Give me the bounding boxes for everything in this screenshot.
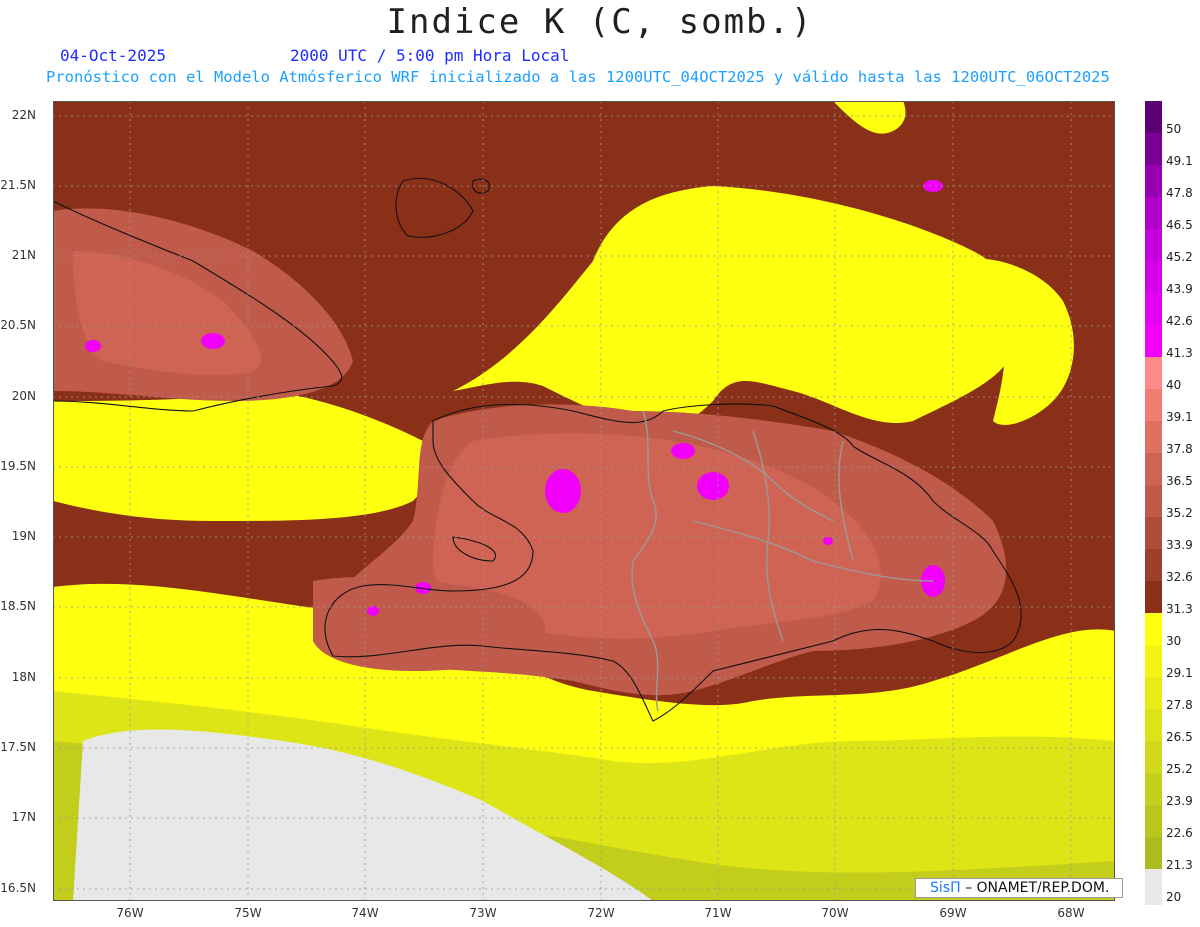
legend-label: 32.6 — [1166, 570, 1193, 584]
lon-label: 70W — [821, 906, 849, 920]
legend-label: 37.8 — [1166, 442, 1193, 456]
lat-label: 18.5N — [0, 599, 36, 613]
forecast-time: 2000 UTC / 5:00 pm Hora Local — [290, 46, 570, 65]
legend-swatch — [1145, 389, 1162, 421]
legend-label: 46.5 — [1166, 218, 1193, 232]
legend-swatch — [1145, 485, 1162, 517]
lon-label: 72W — [587, 906, 615, 920]
legend-swatch — [1145, 581, 1162, 613]
legend-swatch — [1145, 613, 1162, 645]
legend-label: 21.3 — [1166, 858, 1193, 872]
legend-label: 26.5 — [1166, 730, 1193, 744]
legend-label: 29.1 — [1166, 666, 1193, 680]
legend-swatch — [1145, 517, 1162, 549]
legend-label: 27.8 — [1166, 698, 1193, 712]
k-index-map — [53, 101, 1115, 901]
legend-label: 36.5 — [1166, 474, 1193, 488]
legend-label: 25.2 — [1166, 762, 1193, 776]
legend-swatch — [1145, 709, 1162, 741]
legend-label: 43.9 — [1166, 282, 1193, 296]
legend-swatch — [1145, 869, 1162, 905]
legend-swatch — [1145, 453, 1162, 485]
legend-label: 45.2 — [1166, 250, 1193, 264]
lat-label: 19.5N — [0, 459, 36, 473]
legend-label: 35.2 — [1166, 506, 1193, 520]
legend-swatch — [1145, 197, 1162, 229]
credit-agency: – ONAMET/REP.DOM. — [965, 880, 1110, 896]
legend-swatch — [1145, 293, 1162, 325]
legend-swatch — [1145, 549, 1162, 581]
legend-swatch — [1145, 357, 1162, 389]
lat-label: 16.5N — [0, 881, 36, 895]
legend-swatch — [1145, 677, 1162, 709]
legend-swatch — [1145, 101, 1162, 133]
legend-swatch — [1145, 805, 1162, 837]
lat-label: 21N — [11, 248, 36, 262]
lon-label: 73W — [469, 906, 497, 920]
legend-label: 22.6 — [1166, 826, 1193, 840]
forecast-date: 04-Oct-2025 — [60, 46, 166, 65]
chart-title: Indice K (C, somb.) — [386, 2, 814, 42]
lat-label: 20N — [11, 389, 36, 403]
legend-label: 39.1 — [1166, 410, 1193, 424]
lat-label: 22N — [11, 108, 36, 122]
legend-label: 50 — [1166, 122, 1182, 136]
lon-label: 71W — [704, 906, 732, 920]
legend-swatch — [1145, 165, 1162, 197]
lon-label: 68W — [1057, 906, 1085, 920]
legend-swatch — [1145, 421, 1162, 453]
legend-label: 40 — [1166, 378, 1182, 392]
lon-label: 75W — [234, 906, 262, 920]
legend-label: 31.3 — [1166, 602, 1193, 616]
credit-box: SisΠ – ONAMET/REP.DOM. — [915, 878, 1123, 898]
legend-label: 33.9 — [1166, 538, 1193, 552]
legend-swatch — [1145, 773, 1162, 805]
lon-label: 74W — [351, 906, 379, 920]
legend-swatch — [1145, 741, 1162, 773]
legend-label: 23.9 — [1166, 794, 1193, 808]
legend-swatch — [1145, 325, 1162, 357]
legend-swatch — [1145, 837, 1162, 869]
legend-label: 47.8 — [1166, 186, 1193, 200]
lat-label: 17.5N — [0, 740, 36, 754]
color-legend — [1145, 101, 1162, 905]
forecast-subtitle: Pronóstico con el Modelo Atmósferico WRF… — [46, 68, 1110, 86]
legend-label: 41.3 — [1166, 346, 1193, 360]
legend-label: 49.1 — [1166, 154, 1193, 168]
lon-label: 69W — [939, 906, 967, 920]
lon-label: 76W — [116, 906, 144, 920]
lat-label: 20.5N — [0, 318, 36, 332]
legend-swatch — [1145, 261, 1162, 293]
lat-label: 17N — [11, 810, 36, 824]
lat-label: 18N — [11, 670, 36, 684]
legend-label: 30 — [1166, 634, 1182, 648]
legend-swatch — [1145, 229, 1162, 261]
credit-brand: SisΠ — [930, 880, 961, 896]
lat-label: 19N — [11, 529, 36, 543]
legend-label: 42.6 — [1166, 314, 1193, 328]
legend-label: 20 — [1166, 890, 1182, 904]
lat-label: 21.5N — [0, 178, 36, 192]
legend-swatch — [1145, 645, 1162, 677]
legend-swatch — [1145, 133, 1162, 165]
